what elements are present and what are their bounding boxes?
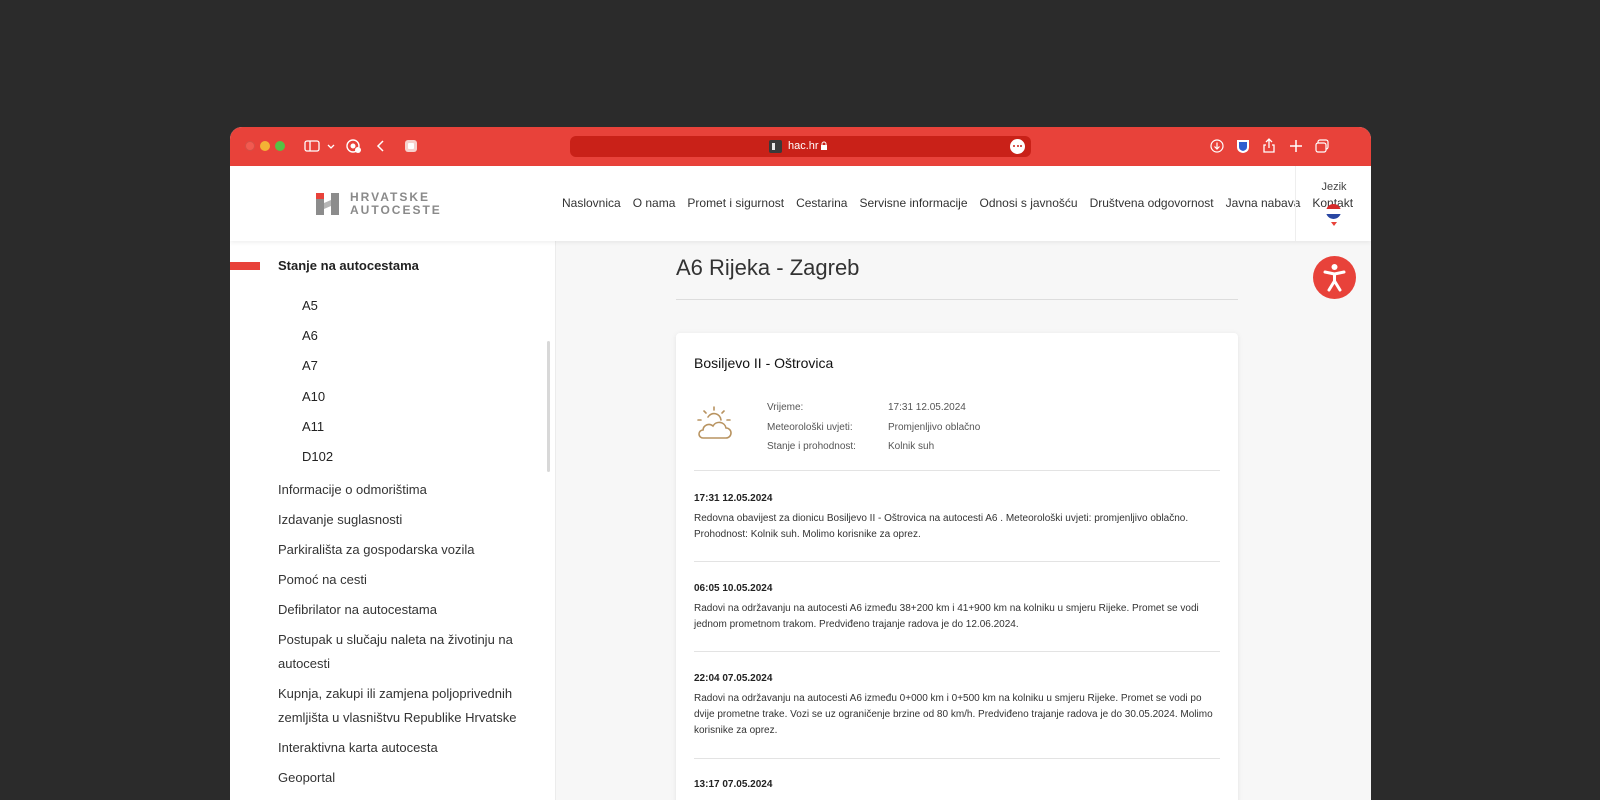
privacy-report-icon[interactable] [345,137,363,155]
sidebar-scrollbar[interactable] [547,341,550,472]
divider [694,561,1220,562]
section-title: Bosiljevo II - Oštrovica [694,355,834,371]
site-favicon-icon [769,140,782,153]
sidebar-toggle-icon[interactable] [303,137,321,155]
sidebar-section-title[interactable]: Stanje na autocestama [278,258,419,273]
detail-label: Vrijeme: [767,402,804,413]
nav-promet-i-sigurnost[interactable]: Promet i sigurnost [687,196,784,210]
new-tab-icon[interactable] [1287,137,1305,155]
partly-cloudy-icon [697,406,732,439]
detail-label: Meteorološki uvjeti: [767,421,853,433]
sidebar-link-defibrilator[interactable]: Defibrilator na autocestama [278,598,528,622]
croatian-flag-icon [1326,204,1341,219]
browser-window: hac.hr HRVATSKE AUTOCESTE Naslovnica O n… [230,127,1371,800]
active-indicator [230,262,260,270]
notice-time: 13:17 07.05.2024 [694,779,773,790]
sidebar-item-a10[interactable]: A10 [302,388,333,418]
notice-text: Radovi na održavanju na autocesti A6 izm… [694,693,1213,736]
sidebar-link-suglasnosti[interactable]: Izdavanje suglasnosti [278,508,528,532]
sidebar-item-a7[interactable]: A7 [302,357,333,387]
nav-javna-nabava[interactable]: Javna nabava [1226,196,1301,210]
accessibility-icon [1323,264,1346,292]
tab-overview-icon[interactable] [1313,137,1331,155]
more-options-icon[interactable] [1010,139,1025,154]
detail-value: 17:31 12.05.2024 [888,402,966,413]
language-selector[interactable]: Jezik [1295,166,1371,241]
browser-titlebar: hac.hr [230,127,1371,166]
weather-details: Vrijeme: 17:31 12.05.2024 Meteorološki uv… [767,401,980,460]
notice-time: 06:05 10.05.2024 [694,583,773,594]
nav-o-nama[interactable]: O nama [633,196,676,210]
sidebar-links: Informacije o odmorištima Izdavanje sugl… [278,478,528,796]
nav-drustvena-odgovornost[interactable]: Društvena odgovornost [1090,196,1214,210]
sidebar-link-karta[interactable]: Interaktivna karta autocesta [278,736,528,760]
extension-icon[interactable] [402,137,420,155]
zoom-window-button[interactable] [275,141,285,151]
download-icon[interactable] [1208,137,1226,155]
logo-text-line2: AUTOCESTE [350,203,442,217]
notice-text: Redovna obavijest za dionicu Bosiljevo I… [694,513,1189,540]
sidebar-link-pomoc[interactable]: Pomoć na cesti [278,568,528,592]
notice-entry: 06:05 10.05.2024 Radovi na održavanju na… [694,583,1220,633]
share-icon[interactable] [1260,137,1278,155]
sidebar-sub-items: A5 A6 A7 A10 A11 D102 [302,297,333,478]
nav-odnosi-s-javnoscu[interactable]: Odnosi s javnošću [980,196,1078,210]
caret-down-icon [1331,222,1337,226]
sidebar-item-a6[interactable]: A6 [302,327,333,357]
sidebar-item-a11[interactable]: A11 [302,418,333,448]
sidebar-link-zemljista[interactable]: Kupnja, zakupi ili zamjena poljoprivedni… [278,682,528,730]
notice-text: Radovi na održavanju na autocesti A6 izm… [694,603,1199,630]
notice-entry: 17:31 12.05.2024 Redovna obavijest za di… [694,493,1220,543]
divider [676,299,1238,300]
minimize-window-button[interactable] [260,141,270,151]
notice-entry: 22:04 07.05.2024 Radovi na održavanju na… [694,673,1220,739]
sidebar-item-d102[interactable]: D102 [302,448,333,478]
hac-logo-icon [316,193,339,215]
nav-cestarina[interactable]: Cestarina [796,196,847,210]
sidebar-link-geoportal[interactable]: Geoportal [278,766,528,790]
sidebar-item-a5[interactable]: A5 [302,297,333,327]
nav-naslovnica[interactable]: Naslovnica [562,196,621,210]
chevron-down-icon[interactable] [322,137,335,155]
divider [694,758,1220,759]
back-icon[interactable] [372,137,390,155]
sidebar-link-nalet[interactable]: Postupak u slučaju naleta na životinju n… [278,628,528,676]
password-manager-icon[interactable] [1234,137,1252,155]
detail-value: Promjenljivo oblačno [888,421,981,433]
close-window-button[interactable] [245,141,255,151]
accessibility-button[interactable] [1313,256,1356,299]
detail-label: Stanje i prohodnost: [767,441,856,452]
sidebar-link-parkiralista[interactable]: Parkirališta za gospodarska vozila [278,538,528,562]
detail-value: Kolnik suh [888,441,935,452]
divider [694,651,1220,652]
sidebar: Stanje na autocestama A5 A6 A7 A10 A11 D… [230,241,556,800]
notice-entry: 13:17 07.05.2024 [694,779,1220,797]
page-title: A6 Rijeka - Zagreb [676,255,860,280]
sidebar-link-odmorista[interactable]: Informacije o odmorištima [278,478,528,502]
site-header: HRVATSKE AUTOCESTE Naslovnica O nama Pro… [230,166,1371,241]
main-nav: Naslovnica O nama Promet i sigurnost Ces… [562,196,1365,210]
section-card: Bosiljevo II - Oštrovica Vrijeme: 17:31 1… [676,333,1238,800]
main-content: A6 Rijeka - Zagreb Bosiljevo II - Oštrov… [556,241,1371,800]
notice-time: 17:31 12.05.2024 [694,493,773,504]
notice-time: 22:04 07.05.2024 [694,673,773,684]
divider [694,470,1220,471]
lock-icon [821,141,827,150]
address-url: hac.hr [788,140,819,152]
address-bar[interactable]: hac.hr [570,136,1031,157]
language-label: Jezik [1321,181,1347,193]
hac-logo[interactable]: HRVATSKE AUTOCESTE [316,190,440,218]
nav-servisne-informacije[interactable]: Servisne informacije [859,196,967,210]
